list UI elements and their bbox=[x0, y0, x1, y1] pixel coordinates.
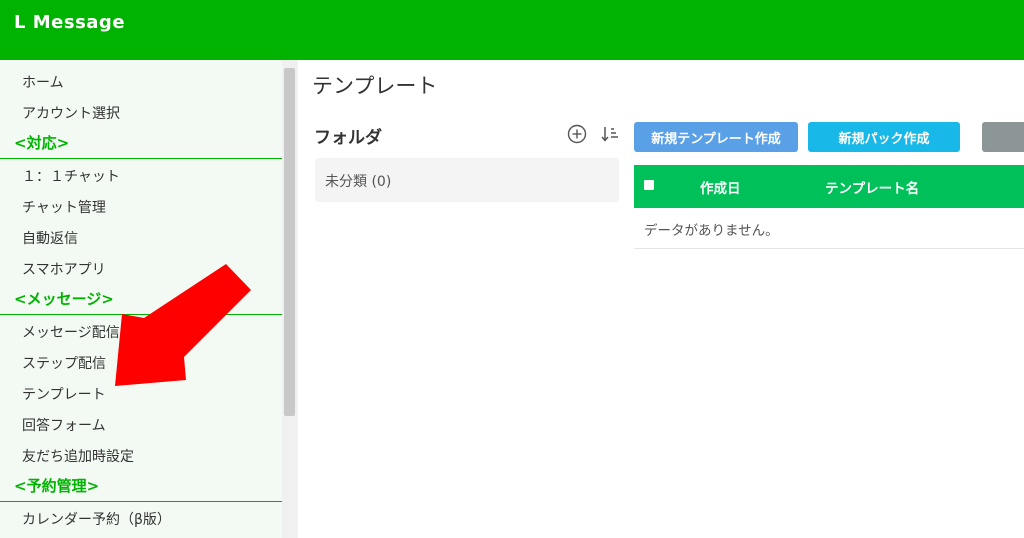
column-header-created-date[interactable]: 作成日 bbox=[700, 177, 741, 197]
sidebar-item-message-delivery[interactable]: メッセージ配信 bbox=[0, 318, 282, 349]
sidebar-item-one-to-one-chat[interactable]: １：１チャット bbox=[0, 162, 282, 193]
plus-circle-icon[interactable] bbox=[566, 123, 588, 145]
new-template-button[interactable]: 新規テンプレート作成 bbox=[634, 122, 798, 152]
column-header-template-name[interactable]: テンプレート名 bbox=[825, 177, 919, 197]
sidebar-item-home[interactable]: ホーム bbox=[0, 68, 282, 99]
toolbar-extra-button[interactable] bbox=[982, 122, 1024, 152]
app-logo[interactable]: L Message bbox=[14, 12, 125, 33]
sidebar-item-template[interactable]: テンプレート bbox=[0, 380, 282, 411]
folder-item-label: 未分類 (0) bbox=[325, 174, 392, 190]
sidebar-item-friend-add-settings[interactable]: 友だち追加時設定 bbox=[0, 442, 282, 473]
sidebar-item-step-delivery[interactable]: ステップ配信 bbox=[0, 349, 282, 380]
sidebar-section-message: <メッセージ> bbox=[0, 286, 282, 315]
sidebar-item-auto-reply[interactable]: 自動返信 bbox=[0, 224, 282, 255]
sidebar-item-chat-management[interactable]: チャット管理 bbox=[0, 193, 282, 224]
table-header: 作成日 テンプレート名 bbox=[634, 165, 1024, 208]
folder-item-uncategorized[interactable]: 未分類 (0) bbox=[315, 158, 619, 202]
select-all-checkbox[interactable] bbox=[644, 180, 654, 190]
sidebar-item-smartphone-app[interactable]: スマホアプリ bbox=[0, 255, 282, 286]
top-header: L Message bbox=[0, 0, 1024, 60]
new-pack-button[interactable]: 新規パック作成 bbox=[808, 122, 960, 152]
sidebar-item-answer-form[interactable]: 回答フォーム bbox=[0, 411, 282, 442]
sort-icon[interactable] bbox=[599, 123, 621, 145]
table-empty-row: データがありません。 bbox=[634, 208, 1024, 249]
folder-panel-title: フォルダ bbox=[314, 128, 382, 148]
sidebar-scrollbar-thumb[interactable] bbox=[284, 68, 295, 416]
empty-message: データがありません。 bbox=[644, 223, 779, 239]
sidebar-nav: ホーム アカウント選択 <対応> １：１チャット チャット管理 自動返信 スマホ… bbox=[0, 68, 282, 536]
sidebar-item-calendar-reservation[interactable]: カレンダー予約（β版） bbox=[0, 505, 282, 536]
sidebar-section-reservation: <予約管理> bbox=[0, 473, 282, 502]
sidebar: ホーム アカウント選択 <対応> １：１チャット チャット管理 自動返信 スマホ… bbox=[0, 60, 298, 538]
sidebar-section-support: <対応> bbox=[0, 130, 282, 159]
sidebar-item-account-select[interactable]: アカウント選択 bbox=[0, 99, 282, 130]
page-title: テンプレート bbox=[312, 74, 438, 98]
